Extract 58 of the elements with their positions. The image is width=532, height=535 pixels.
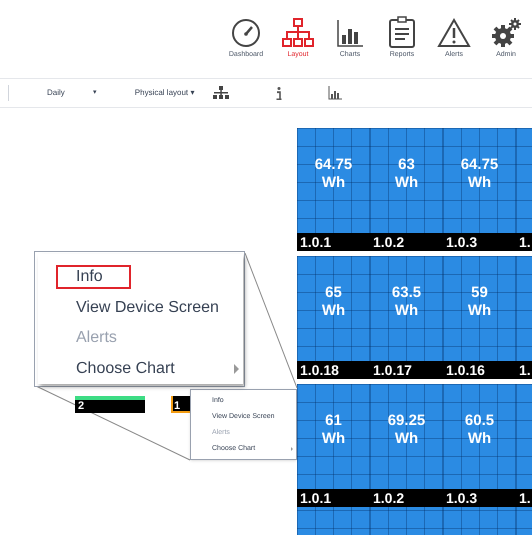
device-tile[interactable]: 65 Wh 1.0.18	[297, 256, 370, 379]
hierarchy-icon[interactable]	[212, 86, 230, 100]
energy-unit: Wh	[468, 174, 492, 192]
device-label: 1.	[516, 489, 532, 507]
energy-value: 69.25	[388, 412, 426, 430]
hierarchy-icon	[281, 18, 315, 48]
device-tile[interactable]: 1.	[516, 384, 532, 535]
device-label: 1.0.17	[370, 361, 443, 379]
device-tile[interactable]: 60.5 Wh 1.0.3	[443, 384, 516, 535]
device-label: 1.	[516, 233, 532, 251]
device-tile[interactable]: 64.75 Wh 1.0.3	[443, 128, 516, 251]
warning-icon	[437, 18, 471, 48]
device-label: 1.0.3	[443, 489, 516, 507]
energy-value: 59	[471, 284, 488, 302]
gears-icon	[491, 18, 521, 48]
device-label: 1.	[516, 361, 532, 379]
energy-unit: Wh	[394, 430, 418, 448]
energy-unit: Wh	[394, 302, 418, 320]
device-tile[interactable]: 63 Wh 1.0.2	[370, 128, 443, 251]
device-tile[interactable]: 59 Wh 1.0.16	[443, 256, 516, 379]
device-label: 1.0.3	[443, 233, 516, 251]
info-icon[interactable]	[276, 86, 282, 100]
energy-unit: Wh	[322, 174, 346, 192]
device-tile[interactable]: 1	[171, 396, 191, 413]
energy-unit: Wh	[322, 430, 346, 448]
energy-value: 63.5	[392, 284, 422, 302]
bar-chart-icon	[335, 18, 365, 48]
energy-value: 63	[398, 156, 415, 174]
device-label: 1.0.1	[297, 489, 370, 507]
device-tile[interactable]: 1.	[516, 256, 532, 379]
device-label: 1.0.2	[370, 233, 443, 251]
energy-value: 65	[325, 284, 342, 302]
energy-value: 61	[325, 412, 342, 430]
energy-unit: Wh	[322, 302, 346, 320]
energy-value: 60.5	[464, 412, 494, 430]
energy-unit: Wh	[394, 174, 418, 192]
device-label: 1.0.2	[370, 489, 443, 507]
menu-item[interactable]: Choose Chart	[56, 354, 239, 384]
speedometer-icon	[231, 18, 261, 48]
energy-value: 64.75	[314, 156, 352, 174]
energy-unit: Wh	[468, 302, 492, 320]
device-label: 1.0.16	[443, 361, 516, 379]
device-label: 1.0.18	[297, 361, 370, 379]
device-tile[interactable]: 1.	[516, 128, 532, 251]
device-label: 1.0.1	[297, 233, 370, 251]
layout-dropdown[interactable]: Physical layout ▾	[134, 87, 194, 99]
energy-unit: Wh	[468, 430, 492, 448]
device-tile[interactable]: 63.5 Wh 1.0.17	[370, 256, 443, 379]
device-tile[interactable]: 2	[75, 396, 145, 413]
bar-chart-icon[interactable]	[328, 86, 342, 100]
clipboard-icon	[388, 16, 416, 48]
menu-item[interactable]: Info	[56, 262, 239, 292]
device-tile[interactable]: 69.25 Wh 1.0.2	[370, 384, 443, 535]
device-tile[interactable]: 61 Wh 1.0.1	[297, 384, 370, 535]
period-dropdown[interactable]: Daily	[47, 87, 65, 99]
device-tile[interactable]: 64.75 Wh 1.0.1	[297, 128, 370, 251]
menu-item[interactable]: View Device Screen	[56, 292, 239, 323]
energy-value: 64.75	[460, 156, 498, 174]
